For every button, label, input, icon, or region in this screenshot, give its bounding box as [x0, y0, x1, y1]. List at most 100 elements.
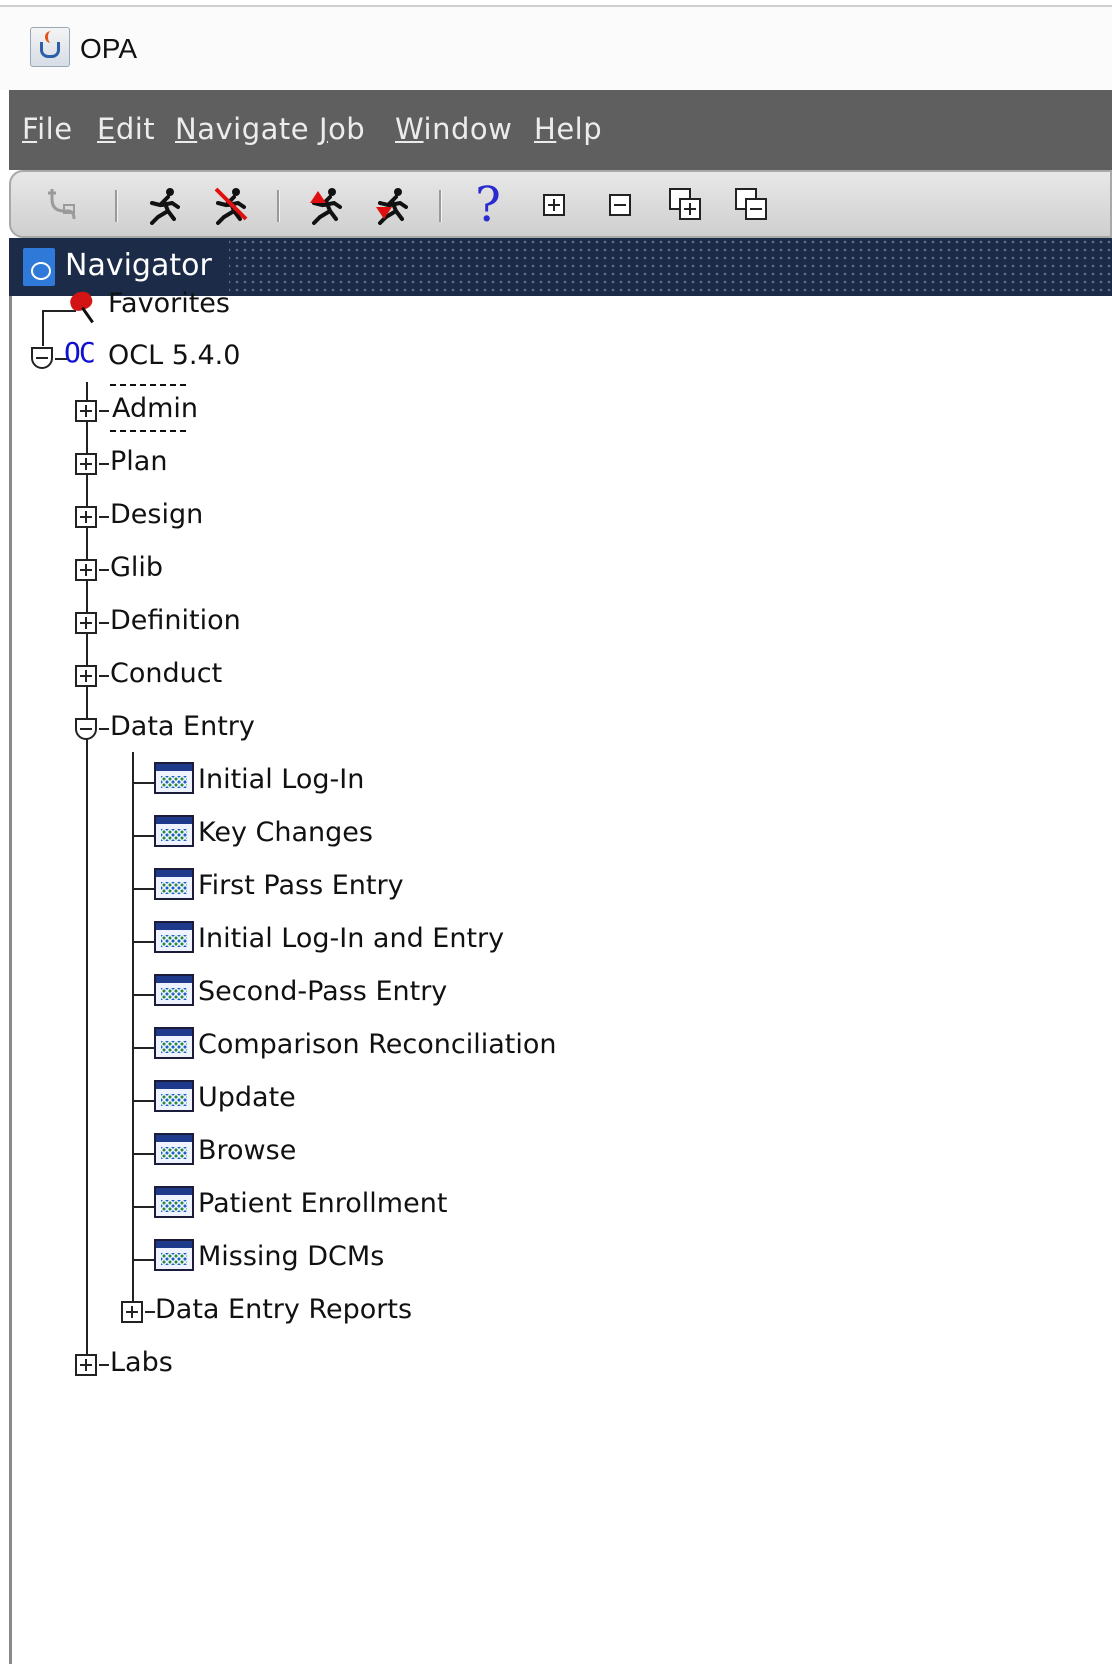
expand-toggle-icon[interactable] — [75, 665, 97, 687]
favorites-pin-icon — [66, 288, 100, 324]
menu-help-mnemonic: H — [534, 112, 557, 146]
toolbar-separator — [115, 190, 118, 222]
expand-all-icon[interactable] — [663, 182, 709, 228]
tree-item-data-entry-reports[interactable]: Data Entry Reports — [155, 1294, 412, 1334]
java-app-icon — [30, 27, 70, 67]
stop-run-icon[interactable] — [207, 182, 253, 228]
tree-item-missing-dcms[interactable]: Missing DCMs — [198, 1241, 384, 1281]
menu-edit-mnemonic: E — [97, 112, 116, 146]
tree-connector — [99, 675, 109, 677]
menu-edit-rest: dit — [115, 112, 156, 146]
run-down-icon[interactable] — [369, 182, 415, 228]
expand-toggle-icon[interactable] — [121, 1301, 143, 1323]
tree-item-admin[interactable]: Admin — [112, 393, 198, 433]
tree-connector — [132, 941, 154, 943]
navigator-tree: Favorites OC OCL 5.4.0 Admin Plan Design… — [9, 288, 1112, 1664]
menu-navigate[interactable]: Navigate — [175, 112, 309, 146]
navigator-title: Navigator — [65, 248, 212, 283]
collapse-toggle-icon[interactable] — [75, 718, 97, 740]
menu-edit[interactable]: Edit — [97, 112, 155, 146]
tree-item-key-changes[interactable]: Key Changes — [198, 817, 373, 857]
tree-item-browse[interactable]: Browse — [198, 1135, 296, 1175]
tree-item-update[interactable]: Update — [198, 1082, 296, 1122]
form-icon — [154, 1239, 194, 1271]
ocl-root-icon: OC — [64, 336, 96, 369]
form-icon — [154, 868, 194, 900]
form-icon — [154, 1133, 194, 1165]
menu-navigate-rest: avigate — [197, 112, 310, 146]
tree-item-comparison-reconciliation[interactable]: Comparison Reconciliation — [198, 1029, 557, 1069]
form-icon — [154, 974, 194, 1006]
tree-connector — [132, 1047, 154, 1049]
menu-file-rest: ile — [37, 112, 73, 146]
help-icon[interactable]: ? — [465, 181, 511, 229]
tree-connector — [132, 1206, 154, 1208]
expand-toggle-icon[interactable] — [75, 612, 97, 634]
tree-item-first-pass-entry[interactable]: First Pass Entry — [198, 870, 404, 910]
tree-item-initial-log-in-and-entry[interactable]: Initial Log-In and Entry — [198, 923, 504, 963]
form-icon — [154, 762, 194, 794]
tree-connector — [132, 888, 154, 890]
menu-job-rest: ob — [328, 112, 366, 146]
app-window: OPA File Edit Navigate Job Window Help ? — [0, 0, 1112, 1664]
tree-connector — [99, 516, 109, 518]
run-icon[interactable] — [141, 182, 187, 228]
tree-item-ocl-root[interactable]: OCL 5.4.0 — [108, 340, 240, 380]
navigator-icon — [23, 248, 55, 286]
title-bar: OPA — [0, 7, 1112, 90]
menu-help[interactable]: Help — [534, 112, 602, 146]
window-top-border — [0, 0, 1112, 7]
menu-window-mnemonic: W — [395, 112, 424, 146]
menu-job[interactable]: Job — [319, 112, 365, 146]
menu-navigate-mnemonic: N — [175, 112, 198, 146]
form-icon — [154, 921, 194, 953]
tree-item-data-entry[interactable]: Data Entry — [110, 711, 255, 751]
expand-toggle-icon[interactable] — [75, 506, 97, 528]
tree-connector — [42, 310, 44, 346]
toolbar-separator — [277, 190, 280, 222]
tree-connector — [132, 782, 154, 784]
tree-item-patient-enrollment[interactable]: Patient Enrollment — [198, 1188, 447, 1228]
tree-connector — [99, 410, 109, 412]
tree-item-glib[interactable]: Glib — [110, 552, 163, 592]
toolbar-separator — [439, 190, 442, 222]
form-icon — [154, 1186, 194, 1218]
tree-item-design[interactable]: Design — [110, 499, 203, 539]
menu-file[interactable]: File — [22, 112, 73, 146]
tree-item-labs[interactable]: Labs — [110, 1347, 173, 1387]
menu-help-rest: elp — [556, 112, 603, 146]
tree-connector — [99, 622, 109, 624]
collapse-icon[interactable] — [597, 182, 643, 228]
toolbar: ? — [9, 170, 1112, 238]
run-up-icon[interactable] — [303, 182, 349, 228]
tree-item-favorites[interactable]: Favorites — [108, 288, 230, 328]
tree-connector — [132, 994, 154, 996]
form-icon — [154, 815, 194, 847]
collapse-all-icon[interactable] — [729, 182, 775, 228]
tree-connector — [132, 1153, 154, 1155]
expand-toggle-icon[interactable] — [75, 400, 97, 422]
tree-item-definition[interactable]: Definition — [110, 605, 241, 645]
tree-connector — [132, 835, 154, 837]
menu-bar: File Edit Navigate Job Window Help — [9, 90, 1112, 170]
form-icon — [154, 1027, 194, 1059]
tree-item-initial-log-in[interactable]: Initial Log-In — [198, 764, 364, 804]
menu-job-mnemonic: J — [319, 112, 329, 146]
tree-item-conduct[interactable]: Conduct — [110, 658, 222, 698]
tree-connector — [99, 1364, 109, 1366]
expand-toggle-icon[interactable] — [75, 559, 97, 581]
expand-icon[interactable] — [531, 182, 577, 228]
collapse-toggle-icon[interactable] — [31, 347, 53, 369]
expand-toggle-icon[interactable] — [75, 453, 97, 475]
tree-connector — [132, 1259, 154, 1261]
tree-item-second-pass-entry[interactable]: Second-Pass Entry — [198, 976, 447, 1016]
connect-icon[interactable] — [39, 182, 85, 228]
menu-file-mnemonic: F — [22, 112, 38, 146]
expand-toggle-icon[interactable] — [75, 1354, 97, 1376]
tree-connector — [99, 463, 109, 465]
menu-window[interactable]: Window — [395, 112, 512, 146]
window-title: OPA — [80, 33, 138, 64]
form-icon — [154, 1080, 194, 1112]
tree-item-plan[interactable]: Plan — [110, 446, 167, 486]
tree-connector — [132, 1100, 154, 1102]
